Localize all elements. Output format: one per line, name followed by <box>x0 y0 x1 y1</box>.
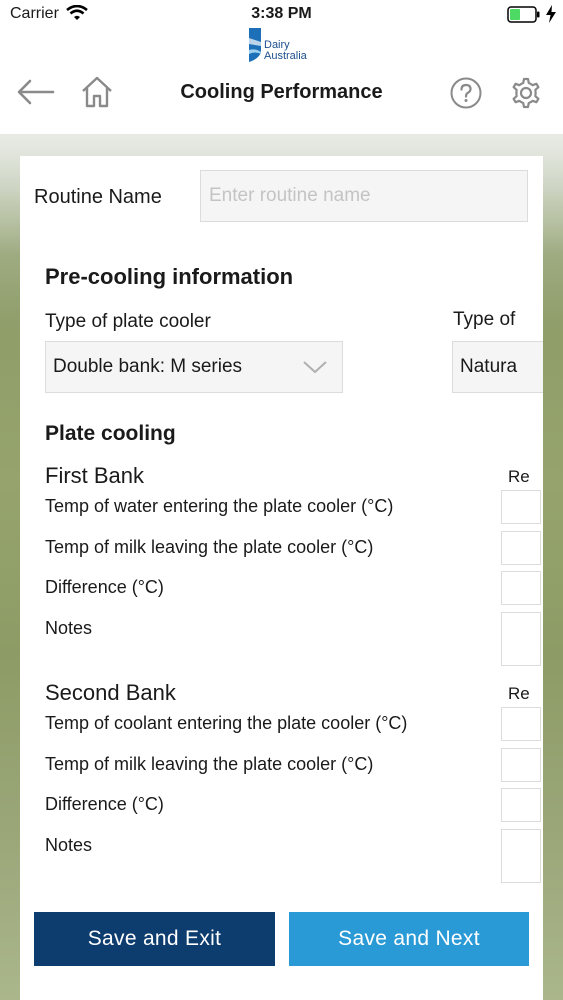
charging-bolt-icon <box>545 5 557 28</box>
logo-text: Dairy Australia <box>264 40 307 62</box>
first-bank-row-milk-temp: Temp of milk leaving the plate cooler (°… <box>45 537 374 557</box>
second-bank-title: Second Bank <box>45 680 176 705</box>
second-bank-column-header: Re <box>508 684 530 703</box>
first-bank-row-water-temp: Temp of water entering the plate cooler … <box>45 496 394 516</box>
second-bank-coolant-temp-input[interactable] <box>501 707 541 741</box>
routine-name-input[interactable] <box>200 170 528 222</box>
first-bank-notes-input[interactable] <box>501 612 541 666</box>
battery-icon <box>507 6 541 28</box>
precooling-section-title: Pre-cooling information <box>45 264 294 289</box>
first-bank-water-temp-input[interactable] <box>501 490 541 524</box>
second-bank-row-notes: Notes <box>45 835 93 855</box>
second-bank-row-difference: Difference (°C) <box>45 794 164 814</box>
second-bank-row-coolant-temp: Temp of coolant entering the plate coole… <box>45 713 408 733</box>
first-bank-row-notes: Notes <box>45 618 93 638</box>
plate-cooler-type-select[interactable]: Double bank: M series <box>45 341 343 393</box>
header-bar: Cooling Performance <box>0 64 563 124</box>
first-bank-row-difference: Difference (°C) <box>45 577 164 597</box>
status-bar: Carrier 3:38 PM <box>0 0 563 30</box>
chevron-down-icon <box>302 359 328 380</box>
routine-name-label: Routine Name <box>34 186 162 208</box>
logo-mark-icon <box>249 28 261 62</box>
second-bank-notes-input[interactable] <box>501 829 541 883</box>
second-bank-difference-input[interactable] <box>501 788 541 822</box>
second-type-value: Natura <box>460 356 518 377</box>
second-bank-milk-temp-input[interactable] <box>501 748 541 782</box>
save-and-next-button[interactable]: Save and Next <box>289 912 529 966</box>
first-bank-difference-input[interactable] <box>501 571 541 605</box>
second-type-select[interactable]: Natura <box>452 341 543 393</box>
first-bank-column-header: Re <box>508 467 530 486</box>
help-icon[interactable] <box>450 77 482 114</box>
plate-cooling-section-title: Plate cooling <box>45 422 176 445</box>
plate-cooler-type-label: Type of plate cooler <box>45 311 211 332</box>
logo-line2: Australia <box>264 50 307 62</box>
plate-cooler-type-value: Double bank: M series <box>53 356 243 377</box>
save-and-exit-button[interactable]: Save and Exit <box>34 912 275 966</box>
first-bank-milk-temp-input[interactable] <box>501 531 541 565</box>
dairy-australia-logo: Dairy Australia <box>247 28 327 64</box>
form-card: Routine Name Pre-cooling information Typ… <box>20 156 543 1000</box>
status-time: 3:38 PM <box>251 5 312 22</box>
first-bank-title: First Bank <box>45 463 145 488</box>
settings-gear-icon[interactable] <box>509 76 543 115</box>
second-bank-row-milk-temp: Temp of milk leaving the plate cooler (°… <box>45 754 374 774</box>
second-type-label: Type of <box>453 309 516 330</box>
